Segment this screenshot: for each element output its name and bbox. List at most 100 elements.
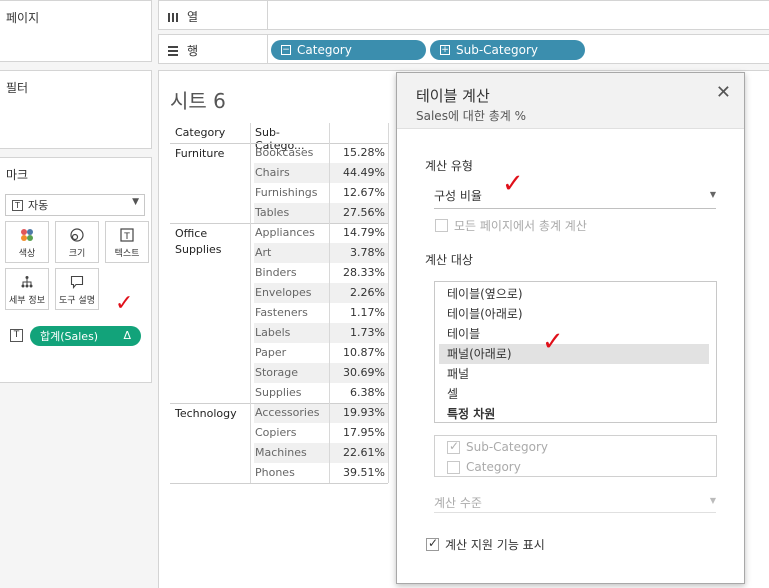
percent-value-cell[interactable]: 39.51%	[332, 463, 385, 483]
percent-value-cell[interactable]: 22.61%	[332, 443, 385, 463]
calc-level-dropdown[interactable]: 계산 수준 ▼	[434, 493, 716, 513]
sub-category-cell[interactable]: Art	[255, 243, 271, 263]
detail-label: 세부 정보	[9, 296, 45, 306]
calc-type-value: 구성 비율	[434, 189, 482, 203]
sub-category-cell[interactable]: Phones	[255, 463, 295, 483]
column-divider	[388, 123, 389, 483]
compute-using-label: 계산 대상	[425, 253, 473, 267]
percent-value-cell[interactable]: 12.67%	[332, 183, 385, 203]
size-icon	[70, 228, 84, 242]
compute-option[interactable]: 특정 차원	[439, 404, 709, 424]
category-checkbox[interactable]: Category	[447, 460, 521, 474]
sub-category-dim-label: Sub-Category	[466, 440, 548, 454]
sub-category-cell[interactable]: Bookcases	[255, 143, 313, 163]
sales-measure-pill[interactable]: 합계(Sales) Δ	[30, 326, 141, 346]
percent-value-cell[interactable]: 6.38%	[332, 383, 385, 403]
percent-value-cell[interactable]: 28.33%	[332, 263, 385, 283]
sub-category-cell[interactable]: Furnishings	[255, 183, 318, 203]
tooltip-button[interactable]: 도구 설명	[55, 268, 99, 310]
percent-value-cell[interactable]: 1.73%	[332, 323, 385, 343]
sub-category-cell[interactable]: Tables	[255, 203, 289, 223]
show-assist-checkbox[interactable]: 계산 지원 기능 표시	[426, 536, 545, 553]
sheet-title: 시트 6	[170, 89, 226, 113]
collapse-icon: −	[281, 45, 291, 55]
sub-category-cell[interactable]: Accessories	[255, 403, 319, 423]
compute-option[interactable]: 테이블(아래로)	[439, 304, 709, 324]
all-pages-checkbox[interactable]: 모든 페이지에서 총계 계산	[435, 217, 587, 234]
percent-value-cell[interactable]: 27.56%	[332, 203, 385, 223]
annotation-check-mark: ✓	[115, 291, 134, 316]
percent-value-cell[interactable]: 14.79%	[332, 223, 385, 243]
percent-value-cell[interactable]: 3.78%	[332, 243, 385, 263]
table-calculation-dialog: 테이블 계산 Sales에 대한 총계 % ✕ 계산 유형 구성 비율 ▼ ✓ …	[396, 72, 745, 584]
sub-category-cell[interactable]: Machines	[255, 443, 307, 463]
sub-category-cell[interactable]: Storage	[255, 363, 298, 383]
dialog-subtitle: Sales에 대한 총계 %	[416, 109, 526, 123]
size-button[interactable]: 크기	[55, 221, 99, 263]
percent-value-cell[interactable]: 10.87%	[332, 343, 385, 363]
calc-type-dropdown[interactable]: 구성 비율 ▼	[434, 185, 716, 209]
all-pages-label: 모든 페이지에서 총계 계산	[454, 219, 587, 233]
rows-shelf[interactable]: 행 − Category + Sub-Category	[158, 34, 769, 64]
category-cell[interactable]: Furniture	[175, 146, 249, 162]
checkbox-box	[435, 219, 448, 232]
sub-category-cell[interactable]: Binders	[255, 263, 297, 283]
columns-label-text: 열	[187, 10, 199, 24]
compute-option[interactable]: 셀	[439, 384, 709, 404]
show-assist-label: 계산 지원 기능 표시	[445, 538, 545, 552]
sub-category-cell[interactable]: Fasteners	[255, 303, 308, 323]
columns-label: 열	[167, 8, 198, 25]
percent-value-cell[interactable]: 15.28%	[332, 143, 385, 163]
sub-category-cell[interactable]: Chairs	[255, 163, 290, 183]
columns-shelf[interactable]: 열	[158, 0, 769, 30]
annotation-check-mark: ✓	[542, 327, 564, 357]
percent-value-cell[interactable]: 19.93%	[332, 403, 385, 423]
category-pill[interactable]: − Category	[271, 40, 426, 60]
sub-category-cell[interactable]: Envelopes	[255, 283, 311, 303]
pages-title: 페이지	[6, 11, 40, 25]
category-pill-label: Category	[297, 43, 352, 57]
sub-category-pill-label: Sub-Category	[456, 43, 538, 57]
group-divider	[170, 143, 388, 144]
annotation-check-mark: ✓	[502, 169, 524, 199]
sub-category-cell[interactable]: Supplies	[255, 383, 302, 403]
text-button[interactable]: T 텍스트	[105, 221, 149, 263]
compute-using-list[interactable]: 테이블(옆으로) 테이블(아래로) 테이블 패널(아래로) 패널 셀 특정 차원	[434, 281, 717, 423]
compute-option[interactable]: 테이블(옆으로)	[439, 284, 709, 304]
percent-value-cell[interactable]: 1.17%	[332, 303, 385, 323]
category-cell[interactable]: Technology	[175, 406, 249, 422]
checkbox-box	[447, 439, 460, 454]
mark-type-dropdown[interactable]: T 자동 ▼	[5, 194, 145, 216]
mark-type-value: 자동	[28, 199, 49, 212]
checkbox-box	[426, 536, 439, 551]
compute-option[interactable]: 패널(아래로)	[439, 344, 709, 364]
detail-icon	[21, 276, 33, 288]
category-cell[interactable]: Office Supplies	[175, 226, 249, 258]
sub-category-cell[interactable]: Paper	[255, 343, 286, 363]
compute-option[interactable]: 패널	[439, 364, 709, 384]
detail-button[interactable]: 세부 정보	[5, 268, 49, 310]
dimension-list: Sub-Category Category	[434, 435, 717, 477]
table-calc-delta-icon: Δ	[123, 329, 131, 342]
dialog-header: 테이블 계산 Sales에 대한 총계 % ✕	[397, 73, 744, 129]
group-divider	[170, 403, 388, 404]
percent-value-cell[interactable]: 44.49%	[332, 163, 385, 183]
percent-value-cell[interactable]: 17.95%	[332, 423, 385, 443]
rows-icon	[168, 45, 178, 56]
sub-category-checkbox[interactable]: Sub-Category	[447, 439, 548, 454]
color-button[interactable]: 색상	[5, 221, 49, 263]
percent-value-cell[interactable]: 2.26%	[332, 283, 385, 303]
sub-category-cell[interactable]: Labels	[255, 323, 290, 343]
sub-category-pill[interactable]: + Sub-Category	[430, 40, 585, 60]
text-icon: T	[120, 228, 134, 242]
dropdown-caret-icon: ▼	[709, 496, 716, 505]
sub-category-cell[interactable]: Copiers	[255, 423, 296, 443]
close-icon[interactable]: ✕	[716, 82, 731, 103]
compute-option[interactable]: 테이블	[439, 324, 709, 344]
sales-pill-label: 합계(Sales)	[40, 330, 99, 343]
color-label: 색상	[18, 249, 36, 259]
filters-pane[interactable]: 필터	[0, 70, 152, 149]
text-label: 텍스트	[114, 249, 140, 259]
percent-value-cell[interactable]: 30.69%	[332, 363, 385, 383]
sub-category-cell[interactable]: Appliances	[255, 223, 315, 243]
